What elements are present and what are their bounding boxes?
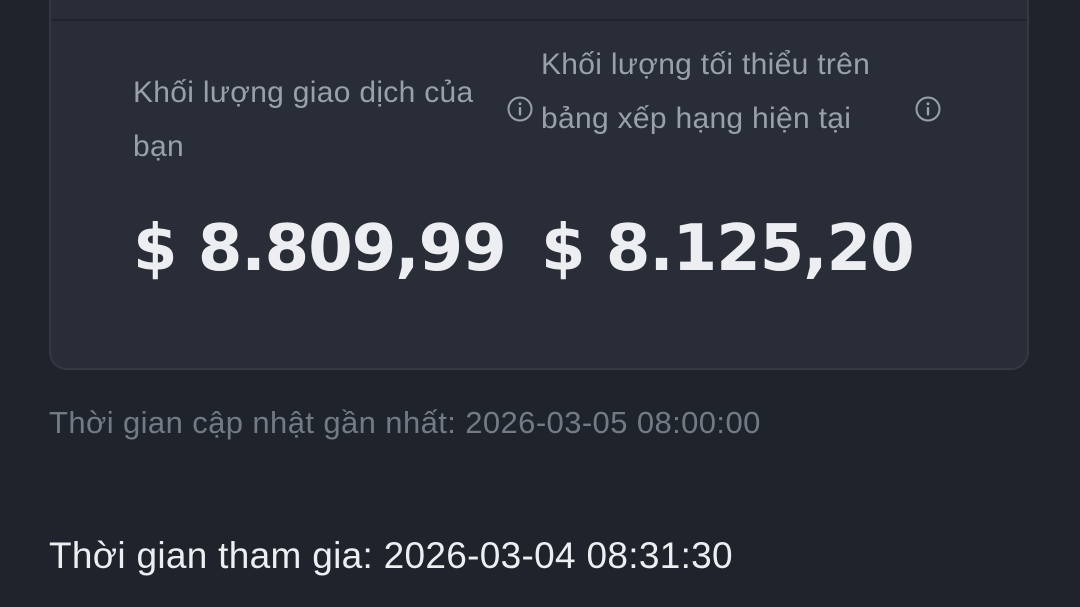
- last-updated-text: Thời gian cập nhật gần nhất: 2026-03-05 …: [49, 405, 761, 440]
- info-icon[interactable]: [507, 96, 533, 122]
- volume-card: Khối lượng giao dịch của bạn $ 8.809,99 …: [49, 0, 1029, 370]
- your-volume-label: Khối lượng giao dịch của bạn: [133, 76, 474, 163]
- joined-time-text: Thời gian tham gia: 2026-03-04 08:31:30: [49, 535, 733, 576]
- min-volume-value: $ 8.125,20: [541, 212, 915, 286]
- your-volume-value: $ 8.809,99: [133, 212, 507, 286]
- your-volume-stat: Khối lượng giao dịch của bạn $ 8.809,99: [133, 66, 553, 286]
- info-icon[interactable]: [915, 96, 941, 122]
- min-volume-stat: Khối lượng tối thiểu trên bảng xếp hạng …: [541, 48, 961, 286]
- card-divider: [51, 19, 1027, 21]
- your-volume-label-row: Khối lượng giao dịch của bạn: [133, 66, 553, 222]
- min-volume-label: Khối lượng tối thiểu trên bảng xếp hạng …: [541, 48, 871, 135]
- min-volume-label-row: Khối lượng tối thiểu trên bảng xếp hạng …: [541, 48, 961, 222]
